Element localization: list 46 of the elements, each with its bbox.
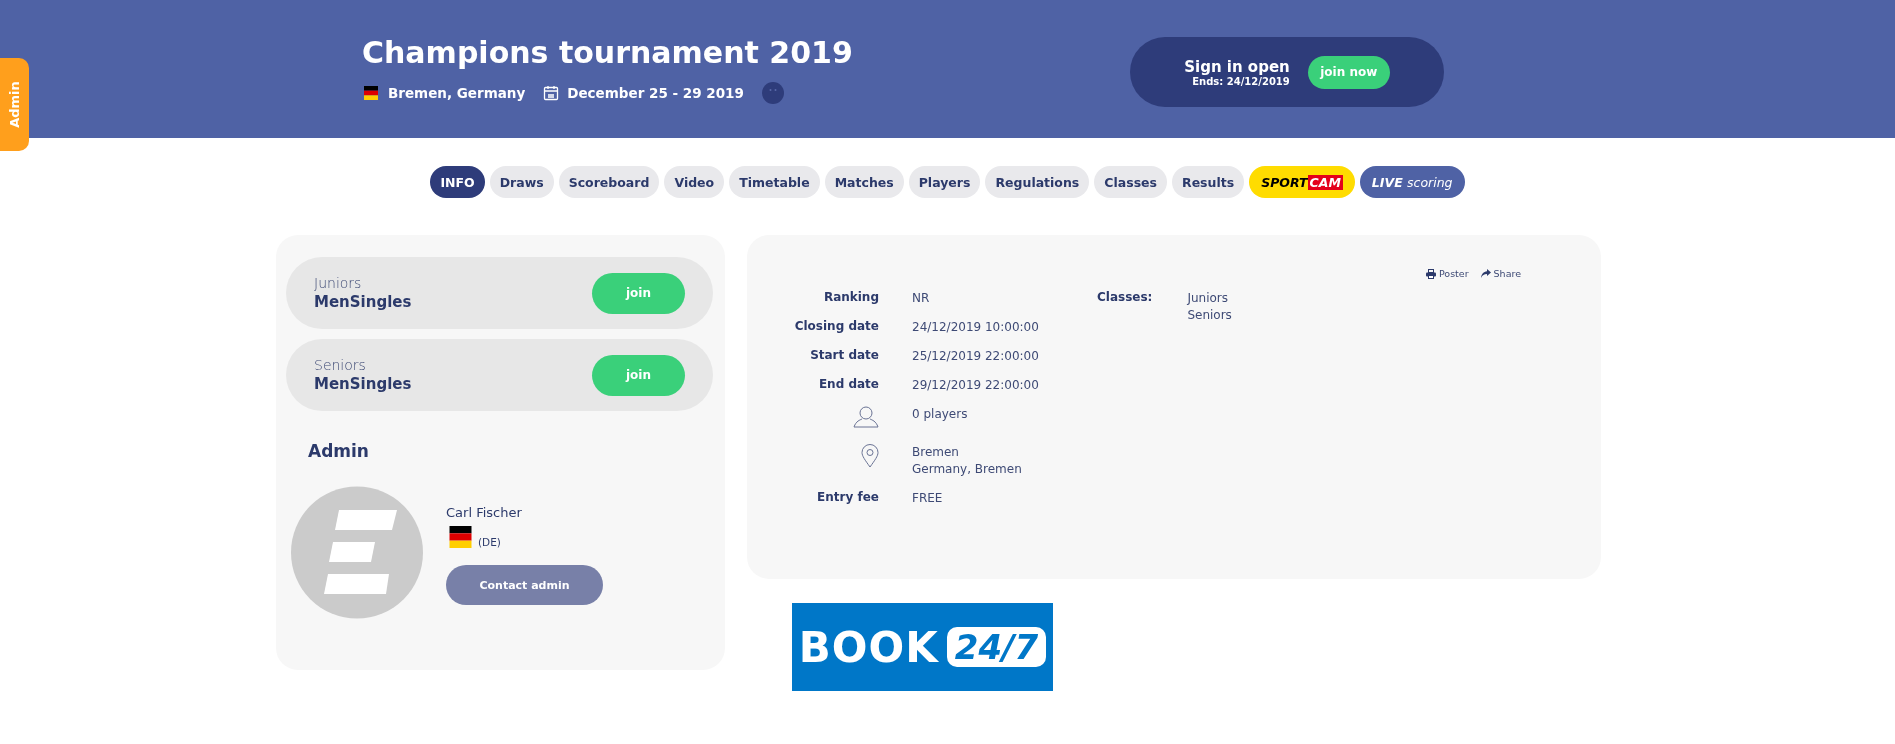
detail-value: FREE <box>912 490 944 507</box>
location-text: Bremen, Germany <box>388 84 526 101</box>
poster-link[interactable]: Poster <box>1425 268 1469 279</box>
detail-label: End date <box>818 377 879 393</box>
nav-tab[interactable]: INFO <box>430 166 485 198</box>
class-group: Seniors <box>314 357 412 373</box>
sportcam-tab[interactable]: SPORT CAM <box>1249 166 1355 198</box>
class-event: MenSingles <box>314 375 412 393</box>
classes-label: Classes: <box>1097 290 1153 306</box>
detail-value: 29/12/2019 22:00:00 <box>912 377 1040 394</box>
detail-label: Ranking <box>823 290 879 306</box>
class-event: MenSingles <box>314 293 412 311</box>
sign-in-status: Sign in open <box>1184 57 1290 76</box>
contact-admin-button[interactable]: Contact admin <box>446 565 603 605</box>
class-name: Juniors <box>1187 290 1229 307</box>
live-scoring-tab[interactable]: LIVE scoring <box>1359 166 1465 198</box>
banner-word: BOOK <box>798 622 939 672</box>
admin-name: Carl Fischer <box>446 505 523 520</box>
nav-tab[interactable]: Classes <box>1094 166 1167 198</box>
detail-value: Germany, Bremen <box>912 461 1023 478</box>
nav-tab[interactable]: Timetable <box>729 166 820 198</box>
detail-value: 25/12/2019 22:00:00 <box>912 348 1040 365</box>
nav-tab[interactable]: Scoreboard <box>558 166 660 198</box>
nav-tab[interactable]: Draws <box>489 166 554 198</box>
detail-value: Bremen <box>912 444 960 461</box>
book-banner[interactable]: BOOK 24/7 <box>792 603 1053 691</box>
admin-heading: Admin <box>308 441 370 461</box>
nav-tab[interactable]: Regulations <box>985 166 1090 198</box>
nav-tab[interactable]: Video <box>664 166 725 198</box>
country-code: (DE) <box>478 536 501 548</box>
banner-badge: 24/7 <box>946 627 1047 667</box>
dates-text: December 25 - 29 2019 <box>567 84 744 101</box>
detail-value: 24/12/2019 10:00:00 <box>912 319 1040 336</box>
nav-tab[interactable]: Players <box>908 166 981 198</box>
detail-label: Entry fee <box>817 490 879 506</box>
tournament-title: Champions tournament 2019 <box>362 34 854 70</box>
detail-value: 0 players <box>912 406 969 423</box>
detail-label: Start date <box>810 348 879 364</box>
sign-in-end-date: Ends: 24/12/2019 <box>1192 75 1290 87</box>
class-group: Juniors <box>314 275 412 291</box>
class-name: Seniors <box>1187 307 1232 324</box>
share-link[interactable]: Share <box>1480 268 1521 279</box>
nav-tab[interactable]: Results <box>1172 166 1245 198</box>
detail-label: Closing date <box>794 319 879 335</box>
nav-tab[interactable]: Matches <box>824 166 904 198</box>
detail-value: NR <box>912 290 931 307</box>
